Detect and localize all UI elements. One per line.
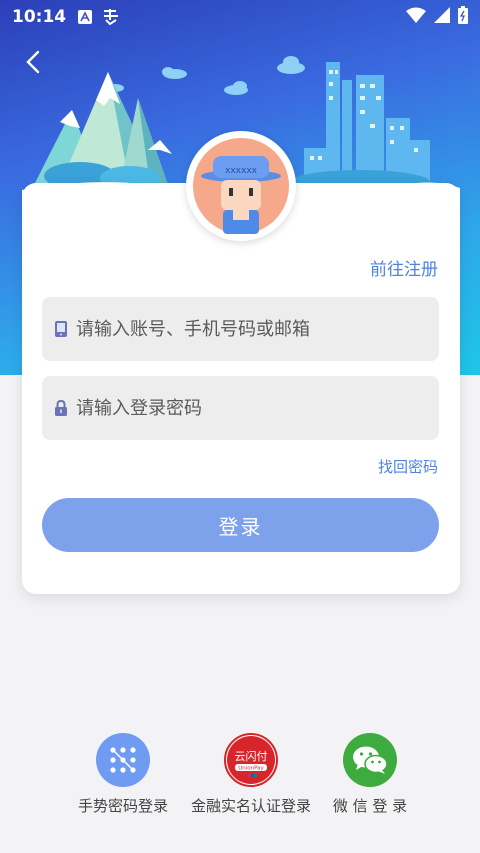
back-button[interactable] bbox=[20, 48, 48, 76]
gesture-login-button[interactable]: 手势密码登录 bbox=[76, 733, 170, 816]
account-input[interactable] bbox=[76, 318, 416, 340]
gesture-login-label: 手势密码登录 bbox=[77, 797, 168, 815]
wechat-login-button[interactable]: 微 信 登 录 bbox=[330, 733, 410, 816]
gesture-dots-icon bbox=[96, 733, 150, 787]
unionpay-sub-text: UnionPay bbox=[238, 766, 264, 772]
account-field[interactable] bbox=[42, 297, 439, 361]
lock-icon bbox=[55, 400, 67, 416]
status-time: 10:14 bbox=[12, 7, 67, 27]
avatar: xxxxxx bbox=[186, 131, 296, 241]
app-notification-icon bbox=[102, 8, 122, 26]
wechat-login-label: 微 信 登 录 bbox=[332, 797, 408, 815]
unionpay-brand-text: 云闪付 bbox=[235, 749, 268, 763]
financial-login-button[interactable]: 云闪付 UnionPay 金融实名认证登录 bbox=[186, 733, 316, 816]
wechat-icon bbox=[343, 733, 397, 787]
password-field[interactable] bbox=[42, 376, 439, 440]
forgot-password-link[interactable]: 找回密码 bbox=[378, 456, 438, 477]
wifi-icon bbox=[406, 7, 426, 28]
user-avatar-icon: xxxxxx bbox=[193, 138, 289, 234]
register-link[interactable]: 前往注册 bbox=[370, 255, 438, 280]
signal-icon bbox=[434, 6, 450, 28]
battery-icon bbox=[458, 5, 468, 29]
phone-icon bbox=[55, 321, 67, 337]
svg-text:xxxxxx: xxxxxx bbox=[225, 166, 258, 176]
financial-login-label: 金融实名认证登录 bbox=[190, 797, 311, 815]
password-input[interactable] bbox=[76, 397, 416, 419]
chevron-left-icon bbox=[26, 50, 40, 74]
status-bar: 10:14 bbox=[0, 0, 480, 34]
unionpay-icon: 云闪付 UnionPay bbox=[224, 733, 278, 787]
notification-a-icon bbox=[78, 10, 93, 24]
login-button[interactable]: 登录 bbox=[42, 498, 439, 552]
